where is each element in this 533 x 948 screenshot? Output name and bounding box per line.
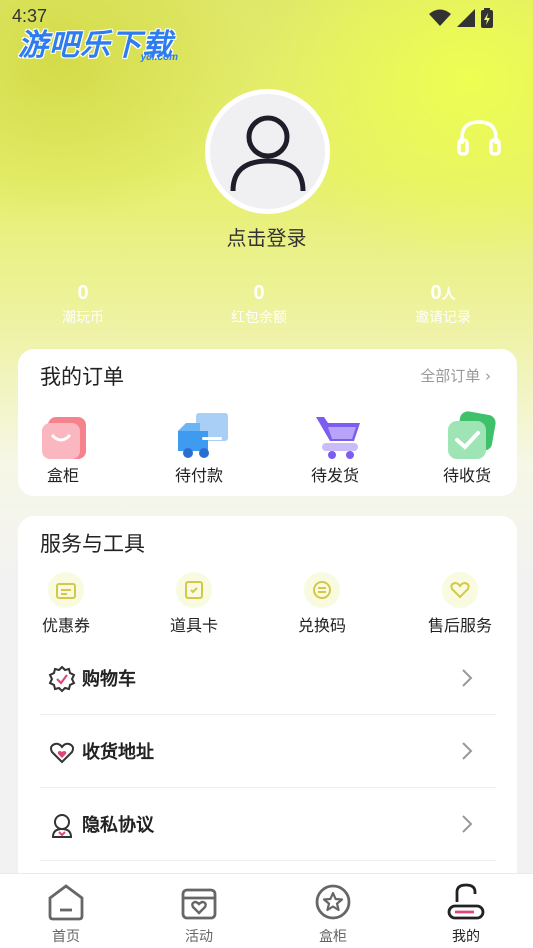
- row-privacy-agreement-label: 隐私协议: [82, 815, 154, 836]
- tab-home-label: 首页: [52, 929, 80, 945]
- card-icon: [185, 581, 203, 599]
- cart-icon: [316, 417, 360, 459]
- tab-cabinet[interactable]: 盒柜: [293, 880, 373, 945]
- signal-icon: [457, 9, 475, 27]
- order-item-pending-receipt-label: 待收货: [442, 466, 491, 485]
- tool-prop-card[interactable]: 道具卡: [148, 572, 238, 636]
- all-orders-link[interactable]: 全部订单 ›: [420, 365, 491, 386]
- stat-invite-label: 邀请记录: [415, 310, 471, 326]
- gift-box-icon: [181, 888, 217, 920]
- tool-coupon[interactable]: 优惠券: [20, 572, 110, 636]
- tab-activity[interactable]: 活动: [159, 880, 239, 945]
- tool-redeem-code[interactable]: 兑换码: [276, 572, 366, 636]
- avatar[interactable]: [205, 89, 330, 214]
- login-link[interactable]: 点击登录: [0, 222, 533, 251]
- tab-activity-label: 活动: [185, 929, 213, 945]
- order-item-pending-shipment[interactable]: 待发货: [290, 409, 380, 489]
- stat-redpacket[interactable]: 0 红包余额: [189, 282, 329, 327]
- row-shopping-cart-label: 购物车: [82, 669, 136, 690]
- tool-redeem-code-label: 兑换码: [297, 616, 346, 635]
- watermark-subtext: y8l.com: [140, 52, 178, 63]
- truck-icon: [178, 413, 228, 458]
- battery-icon: [481, 8, 493, 28]
- row-shopping-cart[interactable]: 购物车: [40, 643, 496, 715]
- tab-home[interactable]: 首页: [26, 880, 106, 945]
- bag-icon: [42, 417, 86, 459]
- wifi-icon: [429, 9, 451, 26]
- bottom-tab-bar: 首页 活动 盒柜 我的: [0, 873, 533, 948]
- cart-badge-icon: [48, 665, 76, 693]
- star-circle-icon: [315, 884, 351, 920]
- stat-invite-value: 0: [430, 282, 442, 304]
- row-shipping-address-label: 收货地址: [82, 742, 154, 763]
- order-item-cabinet-label: 盒柜: [46, 466, 79, 485]
- order-item-pending-receipt[interactable]: 待收货: [422, 409, 512, 489]
- order-item-pending-shipment-label: 待发货: [310, 466, 359, 485]
- user-icon: [230, 115, 305, 191]
- exchange-icon: [313, 581, 331, 599]
- heart-location-icon: [50, 742, 74, 764]
- chevron-right-icon: [462, 815, 473, 833]
- order-item-cabinet[interactable]: 盒柜: [18, 409, 108, 489]
- order-item-pending-payment[interactable]: 待付款: [154, 409, 244, 489]
- stat-coins-value: 0: [77, 282, 89, 304]
- chevron-right-icon: [462, 669, 473, 687]
- tool-after-sales-label: 售后服务: [427, 616, 492, 635]
- services-card: 服务与工具 优惠券 道具卡 兑换码 售后服务 购物车 收货地址 隐私协议: [18, 516, 517, 896]
- stat-redpacket-label: 红包余额: [231, 310, 287, 326]
- tool-after-sales[interactable]: 售后服务: [414, 572, 504, 636]
- stat-redpacket-value: 0: [253, 282, 265, 304]
- stat-coins[interactable]: 0 潮玩币: [13, 282, 153, 327]
- headset-icon[interactable]: [456, 118, 502, 158]
- coupon-icon: [56, 583, 76, 599]
- tab-mine-label: 我的: [452, 929, 480, 945]
- orders-card: 我的订单 全部订单 › 盒柜 待付款 待发货 待收货: [18, 349, 517, 496]
- row-privacy-agreement[interactable]: 隐私协议: [40, 789, 496, 861]
- services-title: 服务与工具: [40, 532, 145, 556]
- stat-invite[interactable]: 0人 邀请记录: [373, 282, 513, 327]
- tool-prop-card-label: 道具卡: [169, 616, 218, 635]
- check-box-icon: [448, 411, 496, 459]
- tab-cabinet-label: 盒柜: [319, 929, 347, 945]
- stat-coins-label: 潮玩币: [62, 310, 104, 326]
- chevron-right-icon: [462, 742, 473, 760]
- order-item-pending-payment-label: 待付款: [174, 466, 223, 485]
- row-shipping-address[interactable]: 收货地址: [40, 716, 496, 788]
- status-icons: [429, 8, 493, 28]
- stat-invite-unit: 人: [441, 286, 456, 302]
- tab-mine[interactable]: 我的: [426, 880, 506, 945]
- privacy-icon: [51, 814, 73, 838]
- orders-title: 我的订单: [40, 365, 124, 389]
- watermark-logo: 游吧乐下载 y8l.com: [18, 20, 188, 68]
- home-icon: [48, 884, 84, 921]
- stats-row: 0 潮玩币 0 红包余额 0人 邀请记录: [0, 282, 533, 332]
- heart-icon: [450, 581, 470, 599]
- profile-icon: [447, 883, 485, 920]
- tool-coupon-label: 优惠券: [41, 616, 90, 635]
